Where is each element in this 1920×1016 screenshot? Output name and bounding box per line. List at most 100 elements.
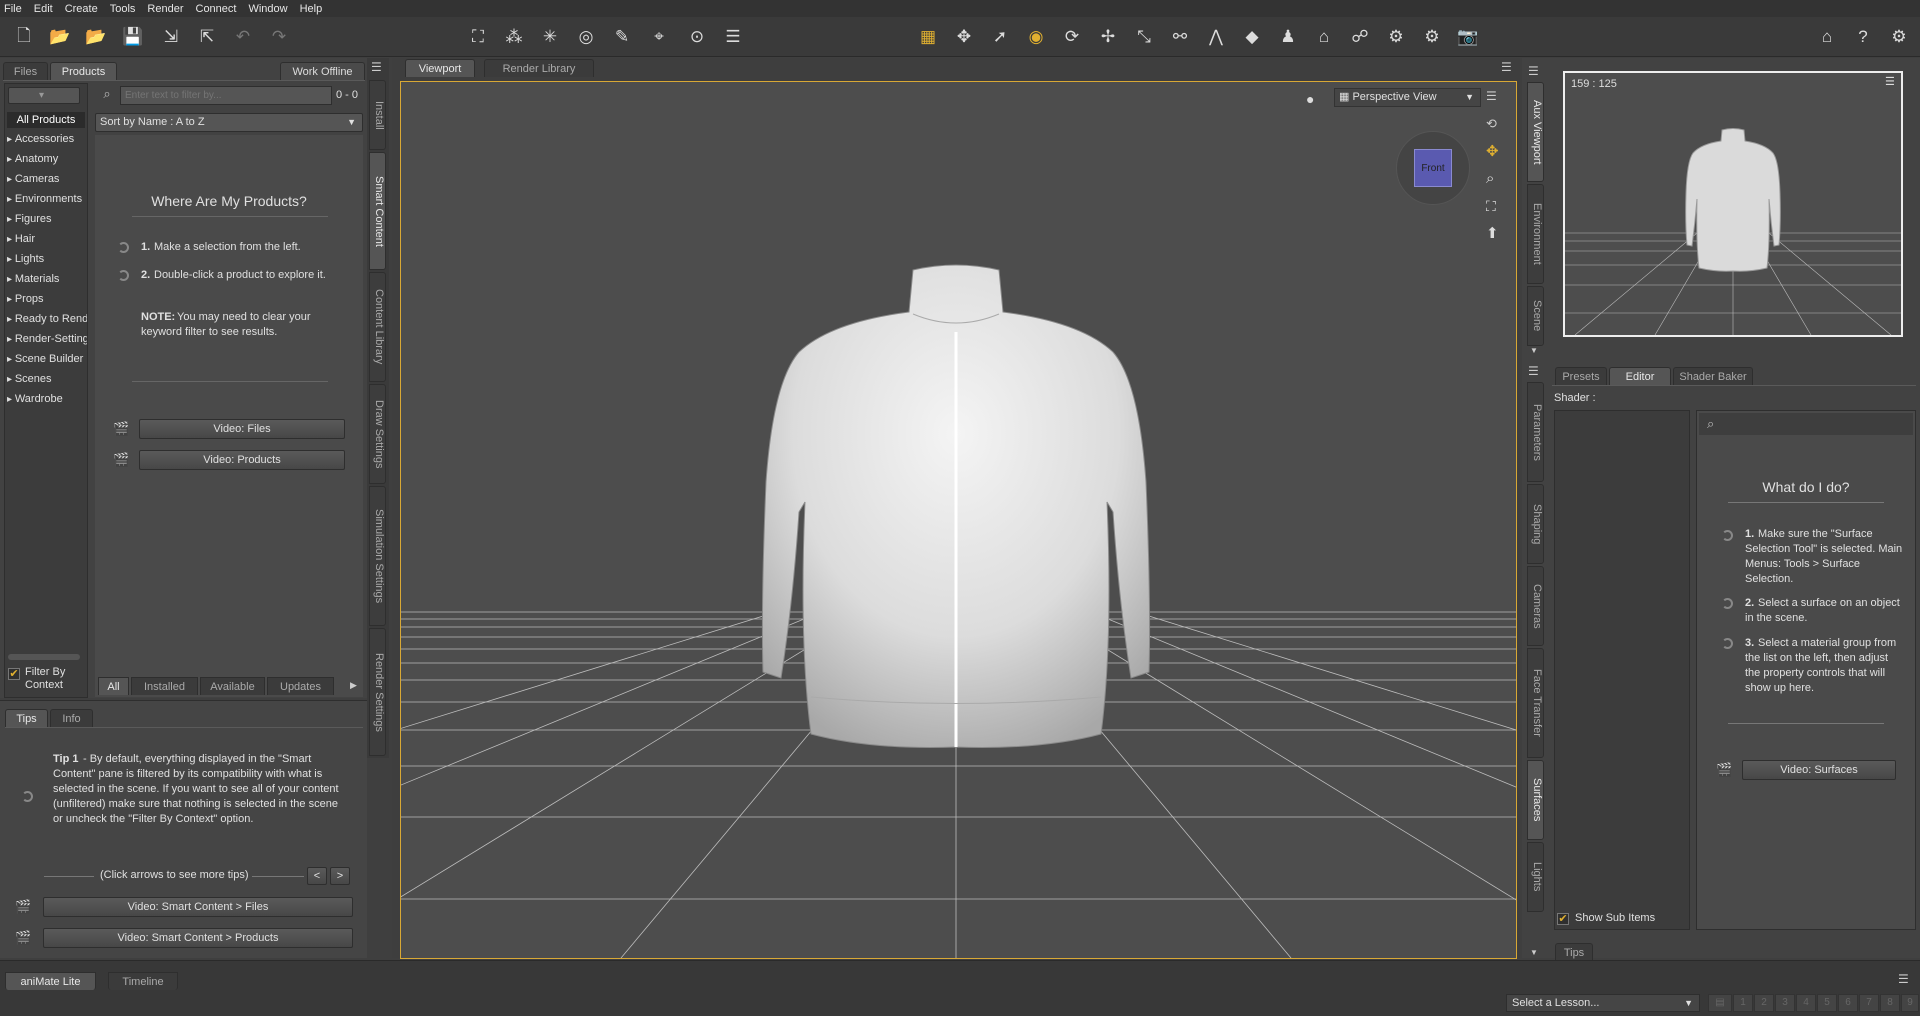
tab-info[interactable]: Info	[50, 709, 93, 727]
view-dropdown[interactable]: ▦ Perspective View ▼	[1334, 88, 1481, 107]
filter-input[interactable]	[120, 86, 332, 105]
category-item[interactable]: Ready to Render	[7, 313, 87, 325]
video-surfaces-button[interactable]: Video: Surfaces	[1742, 760, 1896, 780]
lesson-list-icon[interactable]: ▤	[1708, 994, 1732, 1012]
node-select-icon[interactable]: ◉	[1025, 26, 1047, 48]
show-sub-items-checkbox[interactable]: ✔	[1557, 913, 1569, 925]
align-icon[interactable]: ☰	[722, 26, 744, 48]
geometry-editor-icon[interactable]: ⋀	[1205, 26, 1227, 48]
lesson-step-button[interactable]: 3	[1775, 994, 1795, 1012]
vtab-install[interactable]: Install	[369, 80, 386, 150]
tab-presets[interactable]: Presets	[1555, 367, 1607, 385]
tab-animate-lite[interactable]: aniMate Lite	[5, 972, 96, 990]
category-item[interactable]: Wardrobe	[7, 393, 87, 405]
lesson-step-button[interactable]: 4	[1796, 994, 1816, 1012]
lesson-step-button[interactable]: 8	[1880, 994, 1900, 1012]
menu-window[interactable]: Window	[248, 3, 287, 15]
filter-dropdown[interactable]: ▾	[8, 87, 80, 104]
tab-timeline[interactable]: Timeline	[108, 972, 178, 990]
pose-icon[interactable]: ☍	[1349, 26, 1371, 48]
prev-tip-button[interactable]: <	[307, 867, 327, 885]
horizontal-scrollbar[interactable]	[8, 654, 80, 660]
vtab-smart-content[interactable]: Smart Content	[369, 152, 386, 270]
arrow-right-icon[interactable]: ▶	[350, 680, 357, 691]
filter-by-context-checkbox[interactable]: ✔	[8, 668, 20, 680]
vtab-shaping[interactable]: Shaping	[1527, 484, 1544, 564]
category-item[interactable]: Accessories	[7, 133, 87, 145]
menu-connect[interactable]: Connect	[196, 3, 237, 15]
property-filter[interactable]: ⌕	[1699, 413, 1913, 435]
menu-icon[interactable]: ☰	[1486, 89, 1497, 103]
pin-icon[interactable]: ✎	[611, 26, 633, 48]
menu-render[interactable]: Render	[147, 3, 183, 15]
joint-icon[interactable]: ⌖	[648, 26, 670, 48]
menu-icon[interactable]: ☰	[1528, 64, 1539, 78]
vtab-surfaces[interactable]: Surfaces	[1527, 760, 1544, 840]
vtab-cameras[interactable]: Cameras	[1527, 566, 1544, 646]
render-settings-icon[interactable]: ⚙	[1385, 26, 1407, 48]
menu-icon[interactable]: ☰	[1898, 972, 1909, 986]
dial-icon[interactable]: ◎	[575, 26, 597, 48]
redo-icon[interactable]: ↷	[268, 26, 290, 48]
video-files-button[interactable]: Video: Files	[139, 419, 345, 439]
menu-file[interactable]: File	[4, 3, 22, 15]
lesson-step-button[interactable]: 9	[1901, 994, 1919, 1012]
lesson-step-button[interactable]: 5	[1817, 994, 1837, 1012]
translate-icon[interactable]: ✢	[1097, 26, 1119, 48]
pan-icon[interactable]: ✥	[1486, 142, 1499, 160]
category-item[interactable]: Anatomy	[7, 153, 87, 165]
tab-render-library[interactable]: Render Library	[484, 59, 594, 77]
surface-icon[interactable]: ◆	[1241, 26, 1263, 48]
home-icon[interactable]: ⌂	[1816, 26, 1838, 48]
lesson-dropdown[interactable]: Select a Lesson... ▼	[1506, 994, 1700, 1012]
joint-editor-icon[interactable]: ⚯	[1169, 26, 1191, 48]
vtab-simulation-settings[interactable]: Simulation Settings	[369, 486, 386, 626]
hair-icon[interactable]: ⁂	[503, 26, 525, 48]
vtab-render-settings[interactable]: Render Settings	[369, 628, 386, 756]
pointer-icon[interactable]: ➚	[989, 26, 1011, 48]
menu-icon[interactable]: ☰	[1885, 75, 1895, 88]
vtab-draw-settings[interactable]: Draw Settings	[369, 384, 386, 484]
export-icon[interactable]: ⇱	[196, 26, 218, 48]
tab-editor[interactable]: Editor	[1609, 367, 1671, 385]
category-item[interactable]: Cameras	[7, 173, 87, 185]
category-item[interactable]: Lights	[7, 253, 87, 265]
video-smart-content-files-button[interactable]: Video: Smart Content > Files	[43, 897, 353, 917]
menu-icon[interactable]: ☰	[1528, 364, 1539, 378]
collapse-arrow-icon[interactable]: ▼	[1530, 346, 1538, 355]
category-item[interactable]: Hair	[7, 233, 87, 245]
collapse-arrow-icon[interactable]: ▼	[1530, 948, 1538, 957]
tab-tips[interactable]: Tips	[1555, 943, 1593, 961]
menu-help[interactable]: Help	[300, 3, 323, 15]
figure-add-icon[interactable]: ⛶	[467, 26, 489, 48]
lesson-step-button[interactable]: 6	[1838, 994, 1858, 1012]
vtab-aux-viewport[interactable]: Aux Viewport	[1527, 82, 1544, 182]
video-smart-content-products-button[interactable]: Video: Smart Content > Products	[43, 928, 353, 948]
undo-icon[interactable]: ↶	[232, 26, 254, 48]
scale-icon[interactable]: ⤡	[1133, 26, 1155, 48]
material-list[interactable]	[1554, 410, 1690, 930]
shading-icon[interactable]: ●	[1306, 91, 1314, 107]
menu-edit[interactable]: Edit	[34, 3, 53, 15]
zoom-icon[interactable]: ⌕	[1486, 170, 1494, 187]
vtab-lights[interactable]: Lights	[1527, 842, 1544, 912]
reset-view-icon[interactable]: ⬆	[1486, 224, 1499, 242]
select-circle-icon[interactable]: ⊙	[686, 26, 708, 48]
lesson-step-button[interactable]: 7	[1859, 994, 1879, 1012]
lesson-step-button[interactable]: 1	[1733, 994, 1753, 1012]
tab-shader-baker[interactable]: Shader Baker	[1673, 367, 1753, 385]
menu-icon[interactable]: ☰	[1501, 60, 1512, 74]
vtab-environment[interactable]: Environment	[1527, 184, 1544, 284]
sort-dropdown[interactable]: Sort by Name : A to Z ▼	[95, 113, 363, 132]
menu-create[interactable]: Create	[65, 3, 98, 15]
tab-updates[interactable]: Updates	[267, 677, 334, 695]
lesson-step-button[interactable]: 2	[1754, 994, 1774, 1012]
tab-files[interactable]: Files	[3, 62, 48, 80]
work-offline-button[interactable]: Work Offline	[280, 62, 365, 80]
import-icon[interactable]: ⇲	[160, 26, 182, 48]
vtab-scene[interactable]: Scene	[1527, 286, 1544, 346]
camera-icon[interactable]: ⌂	[1313, 26, 1335, 48]
grid-icon[interactable]: ▦	[917, 26, 939, 48]
frame-icon[interactable]: ⛶	[1486, 198, 1496, 215]
orbit-icon[interactable]: ⟲	[1486, 116, 1497, 132]
